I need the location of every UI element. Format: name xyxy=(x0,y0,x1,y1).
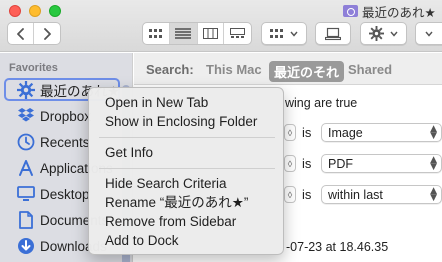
list-view-icon xyxy=(175,28,192,39)
gear-icon xyxy=(16,80,36,100)
smart-folder-icon xyxy=(343,5,358,17)
menu-item-remove-from-sidebar[interactable]: Remove from Sidebar xyxy=(105,213,236,231)
menu-item-add-to-dock[interactable]: Add to Dock xyxy=(105,232,179,250)
forward-button[interactable] xyxy=(34,23,60,44)
desktop-icon xyxy=(16,184,36,204)
criteria-operator: is xyxy=(302,125,312,140)
dropbox-icon xyxy=(16,106,36,126)
menu-item-hide-search-criteria[interactable]: Hide Search Criteria xyxy=(105,175,227,193)
minimize-window-button[interactable] xyxy=(29,5,41,17)
criteria-operator: is xyxy=(302,156,312,171)
group-by-button[interactable] xyxy=(261,22,307,45)
chevron-down-icon xyxy=(425,31,433,37)
chevron-down-icon xyxy=(390,31,398,37)
clock-icon xyxy=(16,132,36,152)
group-by-icon xyxy=(270,28,283,38)
toolbar-overflow-button[interactable] xyxy=(415,22,442,45)
sidebar-item-label: Dropbox xyxy=(40,108,92,124)
popup-arrows-icon: ▲ ▼ xyxy=(430,186,437,203)
window-title: 最近のあれ★ xyxy=(343,3,436,20)
scope-this-mac[interactable]: This Mac xyxy=(206,62,262,77)
sidebar-item-label: Recents xyxy=(40,134,90,150)
gear-icon xyxy=(369,26,384,41)
back-button[interactable] xyxy=(8,23,35,44)
criteria-operator: is xyxy=(302,187,312,202)
download-icon xyxy=(16,236,36,256)
zoom-window-button[interactable] xyxy=(49,5,61,17)
share-button[interactable] xyxy=(315,22,351,45)
finder-window: 最近のあれ★ Favorites 最近のあれ★ Dropbox Recents … xyxy=(0,0,442,262)
criteria-header: wing are true xyxy=(285,96,358,110)
chevron-right-icon xyxy=(44,27,51,40)
gallery-view-button[interactable] xyxy=(224,23,251,44)
context-menu: Open in New Tab Show in Enclosing Folder… xyxy=(88,87,284,255)
popup-arrows-icon: ▲ ▼ xyxy=(430,155,437,172)
popup-arrows-icon: ▲ ▼ xyxy=(430,124,437,141)
chevron-left-icon xyxy=(16,27,24,40)
menu-separator xyxy=(99,137,275,138)
criteria-value-popup[interactable]: Image ▲ ▼ xyxy=(321,123,442,142)
toolbar: 最近のあれ★ xyxy=(0,0,442,52)
menu-item-open-new-tab[interactable]: Open in New Tab xyxy=(105,94,208,112)
back-forward-control xyxy=(7,22,61,45)
menu-separator xyxy=(99,168,275,169)
view-mode-control xyxy=(142,22,252,45)
sidebar-header-favorites: Favorites xyxy=(9,62,58,74)
criteria-attribute-popup[interactable]: ◊ xyxy=(284,155,296,172)
criteria-value-popup[interactable]: PDF ▲ ▼ xyxy=(321,154,442,173)
window-title-text: 最近のあれ★ xyxy=(362,5,436,20)
list-view-button[interactable] xyxy=(169,23,198,44)
scope-current-folder[interactable]: 最近のそれ xyxy=(269,61,345,82)
gallery-view-icon xyxy=(230,28,246,38)
column-view-button[interactable] xyxy=(198,23,225,44)
file-date-fragment: -07-23 at 18.46.35 xyxy=(286,240,389,254)
menu-item-rename[interactable]: Rename “最近のあれ★” xyxy=(105,194,248,212)
criteria-value-text: PDF xyxy=(328,156,353,171)
close-window-button[interactable] xyxy=(9,5,21,17)
criteria-value-text: Image xyxy=(328,125,363,140)
search-scope-bar: Search: This Mac 最近のそれ Shared xyxy=(134,53,442,85)
icon-view-button[interactable] xyxy=(143,23,170,44)
scope-shared[interactable]: Shared xyxy=(348,62,392,77)
column-view-icon xyxy=(202,28,218,39)
search-label: Search: xyxy=(146,62,194,77)
criteria-value-text: within last xyxy=(328,187,383,202)
chevron-down-icon xyxy=(290,31,298,37)
criteria-attribute-popup[interactable]: ◊ xyxy=(284,124,296,141)
criteria-value-popup[interactable]: within last ▲ ▼ xyxy=(321,185,442,204)
action-menu-button[interactable] xyxy=(360,22,407,45)
menu-item-get-info[interactable]: Get Info xyxy=(105,144,153,162)
sidebar-item-label: Desktop xyxy=(40,186,90,202)
criteria-attribute-popup[interactable]: ◊ xyxy=(284,186,296,203)
document-icon xyxy=(16,210,36,230)
applications-icon xyxy=(16,158,36,178)
share-icon xyxy=(325,27,341,40)
menu-item-show-enclosing-folder[interactable]: Show in Enclosing Folder xyxy=(105,113,257,131)
icon-view-icon xyxy=(148,28,162,38)
